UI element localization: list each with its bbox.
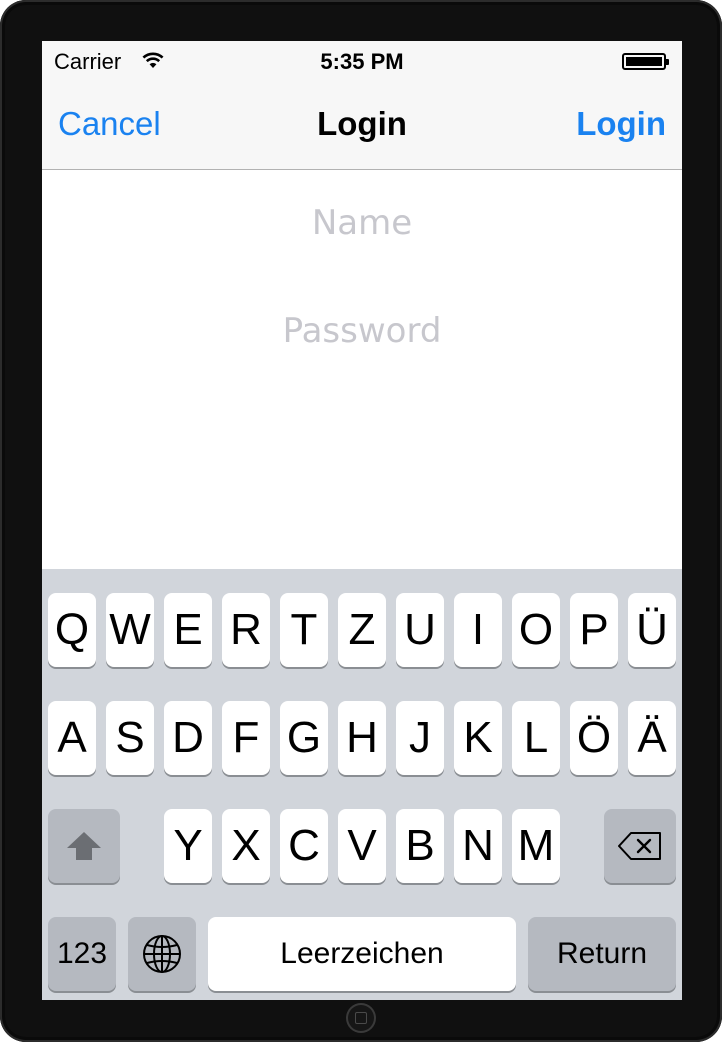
backspace-icon bbox=[617, 831, 663, 861]
battery-icon bbox=[622, 53, 669, 70]
keyboard: Q W E R T Z U I O P Ü A S D F G H J K L … bbox=[42, 569, 682, 1000]
key-d[interactable]: D bbox=[164, 701, 212, 775]
home-button[interactable] bbox=[346, 1003, 376, 1033]
key-s[interactable]: S bbox=[106, 701, 154, 775]
key-a-umlaut[interactable]: Ä bbox=[628, 701, 676, 775]
numbers-key[interactable]: 123 bbox=[48, 917, 116, 991]
password-field[interactable] bbox=[42, 301, 682, 361]
device-frame: Carrier 5:35 PM Cancel Login Login Q W bbox=[0, 0, 722, 1042]
key-r[interactable]: R bbox=[222, 593, 270, 667]
name-field[interactable] bbox=[42, 193, 682, 253]
space-key[interactable]: Leerzeichen bbox=[208, 917, 516, 991]
key-j[interactable]: J bbox=[396, 701, 444, 775]
key-m[interactable]: M bbox=[512, 809, 560, 883]
key-w[interactable]: W bbox=[106, 593, 154, 667]
key-i[interactable]: I bbox=[454, 593, 502, 667]
delete-key[interactable] bbox=[604, 809, 676, 883]
return-key[interactable]: Return bbox=[528, 917, 676, 991]
key-x[interactable]: X bbox=[222, 809, 270, 883]
key-g[interactable]: G bbox=[280, 701, 328, 775]
key-t[interactable]: T bbox=[280, 593, 328, 667]
key-u-umlaut[interactable]: Ü bbox=[628, 593, 676, 667]
key-o-umlaut[interactable]: Ö bbox=[570, 701, 618, 775]
key-b[interactable]: B bbox=[396, 809, 444, 883]
key-p[interactable]: P bbox=[570, 593, 618, 667]
globe-key[interactable] bbox=[128, 917, 196, 991]
key-c[interactable]: C bbox=[280, 809, 328, 883]
key-f[interactable]: F bbox=[222, 701, 270, 775]
clock: 5:35 PM bbox=[320, 49, 404, 74]
key-a[interactable]: A bbox=[48, 701, 96, 775]
key-o[interactable]: O bbox=[512, 593, 560, 667]
login-button[interactable]: Login bbox=[576, 105, 666, 143]
key-y[interactable]: Y bbox=[164, 809, 212, 883]
shift-key[interactable] bbox=[48, 809, 120, 883]
screen: Carrier 5:35 PM Cancel Login Login Q W bbox=[42, 41, 682, 1000]
globe-icon bbox=[142, 934, 182, 974]
key-q[interactable]: Q bbox=[48, 593, 96, 667]
key-e[interactable]: E bbox=[164, 593, 212, 667]
shift-icon bbox=[64, 829, 104, 863]
key-l[interactable]: L bbox=[512, 701, 560, 775]
key-h[interactable]: H bbox=[338, 701, 386, 775]
key-v[interactable]: V bbox=[338, 809, 386, 883]
status-bar: Carrier 5:35 PM bbox=[42, 41, 682, 81]
key-z[interactable]: Z bbox=[338, 593, 386, 667]
key-u[interactable]: U bbox=[396, 593, 444, 667]
key-k[interactable]: K bbox=[454, 701, 502, 775]
navigation-bar: Carrier 5:35 PM Cancel Login Login bbox=[42, 41, 682, 170]
key-n[interactable]: N bbox=[454, 809, 502, 883]
